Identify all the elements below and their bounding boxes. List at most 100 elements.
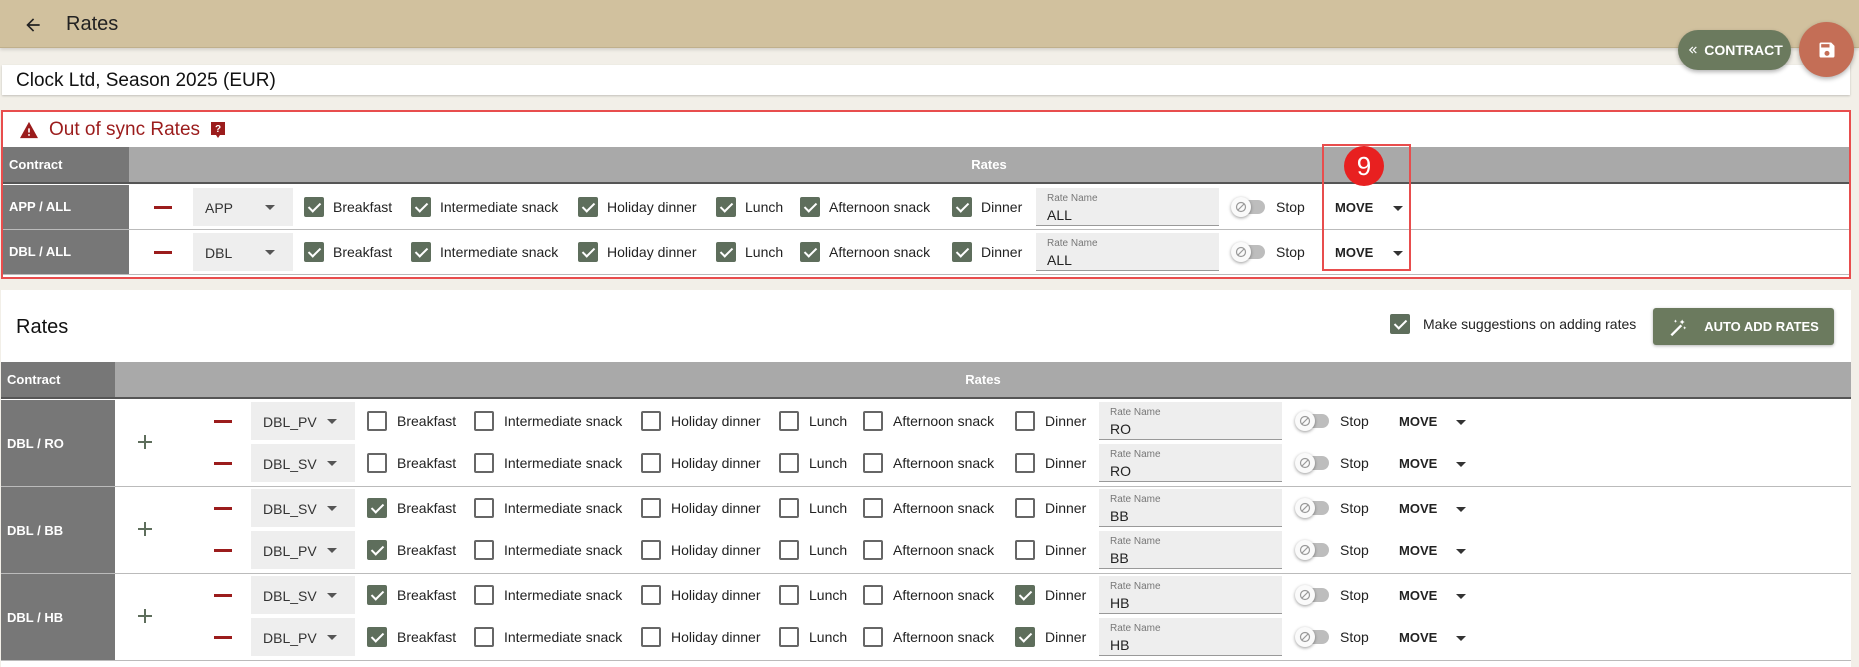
move-button[interactable]: MOVE [1399,414,1437,429]
room-type-select[interactable]: APP [193,188,293,226]
room-type-select[interactable]: DBL_SV [251,444,355,482]
meal-checkbox-breakfast[interactable] [367,540,387,560]
meal-checkbox-intermediate-snack[interactable] [474,627,494,647]
meal-checkbox-lunch[interactable] [779,411,799,431]
blocked-icon [1295,585,1315,605]
meal-checkbox-holiday-dinner[interactable] [578,197,598,217]
remove-rate-icon[interactable] [214,549,232,552]
meal-checkbox-afternoon-snack[interactable] [863,540,883,560]
meal-checkbox-dinner[interactable] [952,197,972,217]
move-dropdown-icon[interactable] [1456,594,1466,599]
suggestions-checkbox[interactable] [1390,314,1410,334]
meal-checkbox-breakfast[interactable] [367,411,387,431]
help-icon[interactable]: ? [210,121,226,139]
meal-checkbox-holiday-dinner[interactable] [641,540,661,560]
meal-checkbox-intermediate-snack[interactable] [474,585,494,605]
remove-rate-icon[interactable] [214,462,232,465]
meal-checkbox-intermediate-snack[interactable] [411,197,431,217]
stop-toggle[interactable] [1295,498,1329,518]
move-button[interactable]: MOVE [1399,501,1437,516]
meal-checkbox-dinner[interactable] [952,242,972,262]
move-dropdown-icon[interactable] [1456,462,1466,467]
rate-name-field[interactable]: Rate Name BB [1099,489,1282,527]
meal-checkbox-holiday-dinner[interactable] [641,411,661,431]
meal-checkbox-lunch[interactable] [716,197,736,217]
stop-toggle[interactable] [1295,411,1329,431]
save-button[interactable] [1799,22,1854,77]
rate-name-field[interactable]: Rate Name ALL [1036,188,1219,226]
meal-checkbox-dinner[interactable] [1015,627,1035,647]
meal-checkbox-breakfast[interactable] [367,453,387,473]
stop-toggle[interactable] [1295,627,1329,647]
rate-name-field[interactable]: Rate Name ALL [1036,233,1219,271]
move-button[interactable]: MOVE [1399,630,1437,645]
room-type-select[interactable]: DBL_SV [251,489,355,527]
remove-rate-icon[interactable] [214,507,232,510]
meal-checkbox-dinner[interactable] [1015,498,1035,518]
meal-checkbox-holiday-dinner[interactable] [641,498,661,518]
stop-toggle[interactable] [1295,453,1329,473]
move-dropdown-icon[interactable] [1456,507,1466,512]
meal-checkbox-holiday-dinner[interactable] [641,453,661,473]
contract-button[interactable]: CONTRACT [1678,30,1791,70]
rate-name-field[interactable]: Rate Name HB [1099,576,1282,614]
meal-checkbox-afternoon-snack[interactable] [800,242,820,262]
remove-rate-icon[interactable] [214,636,232,639]
meal-checkbox-dinner[interactable] [1015,540,1035,560]
meal-checkbox-lunch[interactable] [779,627,799,647]
meal-checkbox-holiday-dinner[interactable] [578,242,598,262]
remove-rate-icon[interactable] [214,420,232,423]
move-dropdown-icon[interactable] [1456,549,1466,554]
meal-checkbox-holiday-dinner[interactable] [641,627,661,647]
move-button[interactable]: MOVE [1399,456,1437,471]
rate-name-field[interactable]: Rate Name BB [1099,531,1282,569]
room-type-select[interactable]: DBL_PV [251,618,355,656]
room-type-select[interactable]: DBL [193,233,293,271]
room-type-select[interactable]: DBL_SV [251,576,355,614]
stop-toggle[interactable] [1295,540,1329,560]
rate-name-field[interactable]: Rate Name RO [1099,402,1282,440]
rate-name-field[interactable]: Rate Name RO [1099,444,1282,482]
meal-checkbox-afternoon-snack[interactable] [863,498,883,518]
meal-checkbox-dinner[interactable] [1015,453,1035,473]
meal-checkbox-breakfast[interactable] [304,242,324,262]
meal-checkbox-lunch[interactable] [779,540,799,560]
remove-rate-icon[interactable] [154,251,172,254]
meal-checkbox-intermediate-snack[interactable] [411,242,431,262]
move-dropdown-icon[interactable] [1456,636,1466,641]
meal-checkbox-lunch[interactable] [779,498,799,518]
meal-checkbox-breakfast[interactable] [367,627,387,647]
meal-checkbox-lunch[interactable] [779,453,799,473]
suggestions-toggle[interactable]: Make suggestions on adding rates [1390,314,1636,334]
meal-checkbox-lunch[interactable] [716,242,736,262]
meal-checkbox-afternoon-snack[interactable] [863,627,883,647]
auto-add-rates-button[interactable]: AUTO ADD RATES [1653,308,1834,345]
stop-toggle[interactable] [1231,197,1265,217]
room-type-select[interactable]: DBL_PV [251,402,355,440]
meal-checkbox-intermediate-snack[interactable] [474,540,494,560]
meal-checkbox-afternoon-snack[interactable] [863,585,883,605]
meal-checkbox-lunch[interactable] [779,585,799,605]
back-arrow-icon[interactable] [20,12,46,38]
meal-checkbox-breakfast[interactable] [367,585,387,605]
meal-checkbox-holiday-dinner[interactable] [641,585,661,605]
meal-checkbox-intermediate-snack[interactable] [474,411,494,431]
rate-name-field[interactable]: Rate Name HB [1099,618,1282,656]
meal-checkbox-afternoon-snack[interactable] [800,197,820,217]
remove-rate-icon[interactable] [154,206,172,209]
room-type-select[interactable]: DBL_PV [251,531,355,569]
meal-checkbox-breakfast[interactable] [367,498,387,518]
move-dropdown-icon[interactable] [1456,420,1466,425]
meal-checkbox-afternoon-snack[interactable] [863,453,883,473]
stop-toggle[interactable] [1231,242,1265,262]
meal-checkbox-dinner[interactable] [1015,585,1035,605]
remove-rate-icon[interactable] [214,594,232,597]
meal-checkbox-breakfast[interactable] [304,197,324,217]
meal-checkbox-intermediate-snack[interactable] [474,453,494,473]
meal-checkbox-dinner[interactable] [1015,411,1035,431]
meal-checkbox-afternoon-snack[interactable] [863,411,883,431]
move-button[interactable]: MOVE [1399,543,1437,558]
meal-checkbox-intermediate-snack[interactable] [474,498,494,518]
stop-toggle[interactable] [1295,585,1329,605]
move-button[interactable]: MOVE [1399,588,1437,603]
